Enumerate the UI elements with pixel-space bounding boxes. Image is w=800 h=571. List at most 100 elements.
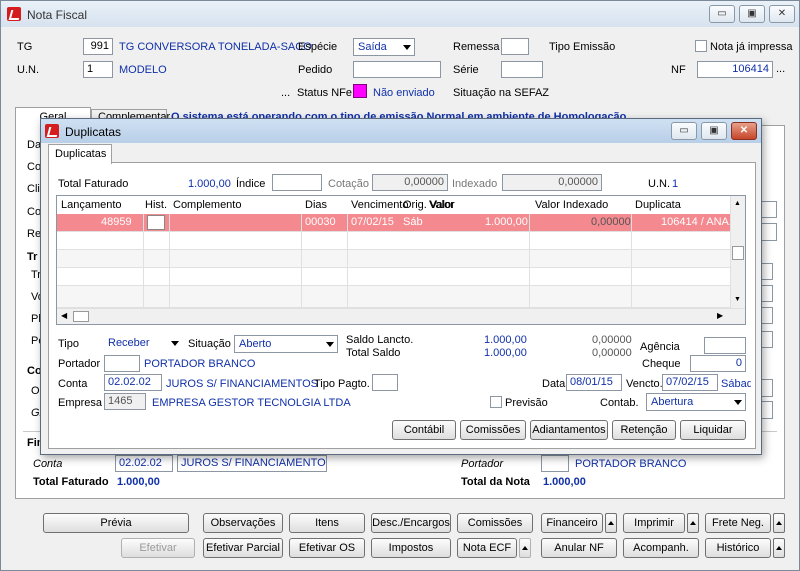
table-row[interactable]	[57, 268, 731, 286]
app-logo-icon	[7, 7, 21, 21]
cotacao-input[interactable]: 0,00000	[372, 174, 448, 191]
col-header-hist[interactable]: Hist.	[145, 196, 167, 214]
table-row[interactable]	[57, 232, 731, 250]
hidden-field-stub[interactable]	[761, 201, 777, 218]
grid-col-divider	[529, 214, 530, 308]
situacao-label: Situação na SEFAZ	[453, 87, 549, 99]
hidden-select-stub[interactable]	[761, 401, 773, 419]
un-label: U.N.	[17, 64, 39, 76]
hidden-field-stub[interactable]	[761, 263, 773, 280]
comissoes-button[interactable]: Comissões	[457, 513, 533, 533]
indexado-input[interactable]: 0,00000	[502, 174, 602, 191]
efetivar-parcial-button[interactable]: Efetivar Parcial	[203, 538, 283, 558]
minimize-icon[interactable]: ▭	[671, 122, 697, 140]
desc-encargos-button[interactable]: Desc./Encargos	[371, 513, 451, 533]
hidden-field-stub[interactable]	[761, 285, 773, 302]
close-icon[interactable]: ✕	[731, 122, 757, 140]
frete-neg-button[interactable]: Frete Neg.	[705, 513, 771, 533]
scroll-left-icon[interactable]: ◀	[61, 311, 67, 320]
table-row[interactable]: 48959 00030 07/02/15 Sáb 1.000,00 0,0000…	[57, 214, 735, 232]
dlg-conta-name: JUROS S/ FINANCIAMENTOS	[166, 378, 318, 390]
total-nota-label: Total da Nota	[461, 476, 530, 488]
efetivar-button[interactable]: Efetivar	[121, 538, 195, 558]
previa-button[interactable]: Prévia	[43, 513, 189, 533]
empresa-input[interactable]: 1465	[104, 393, 146, 410]
nf-input[interactable]: 106414	[697, 61, 773, 78]
col-header-dias[interactable]: Dias	[305, 196, 327, 214]
hidden-field-stub[interactable]	[761, 307, 773, 324]
scroll-thumb[interactable]	[732, 246, 744, 260]
contabil-button[interactable]: Contábil	[392, 420, 456, 440]
tipo-pagto-input[interactable]	[372, 374, 398, 391]
indice-input[interactable]	[272, 174, 322, 191]
itens-button[interactable]: Itens	[289, 513, 365, 533]
data-input[interactable]: 08/01/15	[566, 374, 622, 391]
tipo-select[interactable]: Receber	[104, 335, 182, 353]
status-color-indicator	[353, 84, 367, 98]
pedido-input[interactable]	[353, 61, 441, 78]
contab-select[interactable]: Abertura	[646, 393, 746, 411]
previsao-checkbox[interactable]	[490, 396, 502, 408]
hidden-select-stub[interactable]	[761, 379, 773, 397]
vertical-scrollbar[interactable]: ▲ ▼	[730, 196, 745, 308]
observacoes-button[interactable]: Observações	[203, 513, 283, 533]
frete-arrow-icon[interactable]	[773, 513, 785, 533]
dlg-comissoes-button[interactable]: Comissões	[460, 420, 526, 440]
historico-button[interactable]: Histórico	[705, 538, 771, 558]
serie-input[interactable]	[501, 61, 543, 78]
un-code-input[interactable]: 1	[83, 61, 113, 78]
imprimir-button[interactable]: Imprimir	[623, 513, 685, 533]
tg-code-input[interactable]: 991	[83, 38, 113, 55]
situacao-select[interactable]: Aberto	[234, 335, 338, 353]
col-header-lancamento[interactable]: Lançamento	[61, 196, 122, 214]
dlg-conta-input[interactable]: 02.02.02	[104, 374, 162, 391]
scroll-thumb[interactable]	[73, 311, 89, 322]
adiantamentos-button[interactable]: Adiantamentos	[530, 420, 608, 440]
financeiro-arrow-icon[interactable]	[605, 513, 617, 533]
historico-arrow-icon[interactable]	[773, 538, 785, 558]
anular-nf-button[interactable]: Anular NF	[541, 538, 617, 558]
tab-duplicatas[interactable]: Duplicatas	[48, 144, 112, 164]
col-header-complemento[interactable]: Complemento	[173, 196, 241, 214]
close-icon[interactable]: ✕	[769, 5, 795, 23]
table-row[interactable]	[57, 250, 731, 268]
imprimir-arrow-icon[interactable]	[687, 513, 699, 533]
footer-portador-input[interactable]	[541, 455, 569, 472]
retencao-button[interactable]: Retenção	[612, 420, 676, 440]
vencto-input[interactable]: 07/02/15	[662, 374, 718, 391]
hidden-field-stub[interactable]	[761, 331, 773, 348]
table-row[interactable]	[57, 286, 731, 308]
footer-conta-input[interactable]: 02.02.02	[115, 455, 173, 472]
scroll-up-icon[interactable]: ▲	[734, 200, 741, 207]
financeiro-button[interactable]: Financeiro	[541, 513, 603, 533]
agencia-input[interactable]	[704, 337, 746, 354]
nf-lookup-button[interactable]: ...	[776, 63, 785, 75]
cheque-input[interactable]: 0	[690, 355, 746, 372]
col-header-vencimento[interactable]: Vencimento	[351, 196, 408, 214]
grid-col-divider	[169, 214, 170, 308]
liquidar-button[interactable]: Liquidar	[680, 420, 746, 440]
acompanh-button[interactable]: Acompanh.	[623, 538, 699, 558]
nota-ecf-arrow-icon[interactable]	[519, 538, 531, 558]
maximize-icon[interactable]: ▣	[739, 5, 765, 23]
dlg-un-label: U.N.	[648, 178, 670, 190]
impostos-button[interactable]: Impostos	[371, 538, 451, 558]
cell-hist-editor[interactable]	[147, 215, 165, 230]
scroll-right-icon[interactable]: ▶	[717, 311, 723, 320]
efetivar-os-button[interactable]: Efetivar OS	[289, 538, 365, 558]
scroll-down-icon[interactable]: ▼	[734, 296, 741, 303]
col-header-duplicata[interactable]: Duplicata	[635, 196, 681, 214]
remessa-input[interactable]	[501, 38, 529, 55]
nota-ecf-button[interactable]: Nota ECF	[457, 538, 517, 558]
col-header-valor[interactable]: Valor	[429, 196, 454, 214]
maximize-icon[interactable]: ▣	[701, 122, 727, 140]
duplicatas-grid[interactable]: Lançamento Hist. Complemento Dias Vencim…	[56, 195, 746, 325]
hidden-select-stub[interactable]	[761, 223, 777, 241]
horizontal-scrollbar[interactable]: ◀ ▶	[57, 308, 745, 324]
col-header-valor-indexado[interactable]: Valor Indexado	[535, 196, 608, 214]
dlg-portador-input[interactable]	[104, 355, 140, 372]
especie-select[interactable]: Saída	[353, 38, 415, 56]
minimize-icon[interactable]: ▭	[709, 5, 735, 23]
nota-impressa-checkbox[interactable]	[695, 40, 707, 52]
status-lookup-button[interactable]: ...	[281, 87, 290, 99]
